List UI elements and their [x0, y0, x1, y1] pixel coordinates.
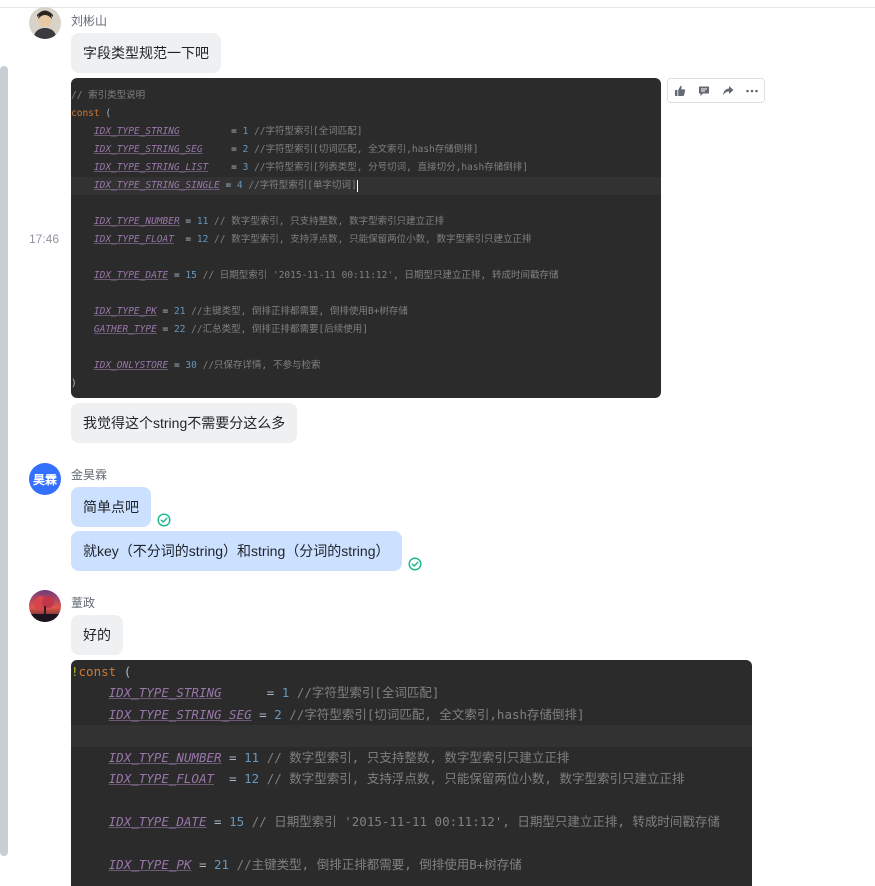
- code-line: IDX_TYPE_FLOAT = 12 // 数字型索引, 支持浮点数, 只能保…: [108, 771, 685, 786]
- thumbs-up-icon: [675, 85, 686, 96]
- code-screenshot-image[interactable]: // 索引类型说明 const ( IDX_TYPE_STRING = 1 //…: [71, 78, 661, 398]
- code-line-highlighted: IDX_TYPE_STRING_SINGLE = 4 //字符型索引[单字切词]: [71, 177, 661, 195]
- sender-avatar[interactable]: [29, 590, 61, 622]
- code-line: ): [71, 378, 77, 389]
- top-border: [0, 0, 875, 8]
- code-line: IDX_TYPE_STRING = 1 //字符型索引[全词匹配]: [108, 685, 440, 700]
- more-button[interactable]: [740, 79, 764, 102]
- message-timestamp: 17:46: [29, 232, 60, 246]
- message-bubble[interactable]: 好的: [71, 615, 123, 655]
- forward-button[interactable]: [716, 79, 740, 102]
- read-check-icon: [408, 557, 422, 571]
- text-cursor: [356, 179, 358, 192]
- code-line: // 索引类型说明: [71, 90, 146, 101]
- message-bubble[interactable]: 我觉得这个string不需要分这么多: [71, 403, 298, 443]
- sender-name[interactable]: 刘彬山: [71, 12, 107, 29]
- code-line-highlighted: [71, 725, 752, 747]
- code-line: IDX_TYPE_STRING_SEG = 2 //字符型索引[切词匹配, 全文…: [108, 707, 585, 722]
- code-line: IDX_TYPE_PK = 21 //主键类型, 倒排正排都需要, 倒排使用B+…: [108, 857, 522, 872]
- code-line: IDX_ONLYSTORE = 30 //只保存详情, 不参与检索: [93, 360, 321, 371]
- reply-button[interactable]: [692, 79, 716, 102]
- sunset-tree-avatar: [29, 590, 61, 622]
- code-line: GATHER_TYPE = 22 //汇总类型, 倒排正排都需要[后续使用]: [93, 324, 368, 335]
- code-screenshot-image[interactable]: !const ( IDX_TYPE_STRING = 1 //字符型索引[全词匹…: [71, 660, 752, 886]
- code-line: IDX_TYPE_STRING = 1 //字符型索引[全词匹配]: [93, 126, 363, 137]
- more-icon: [746, 89, 758, 92]
- person-avatar-1: [29, 7, 61, 39]
- code-line: IDX_TYPE_DATE = 15 // 日期型索引 '2015-11-11 …: [93, 270, 559, 281]
- reply-icon: [699, 86, 709, 96]
- message-bubble[interactable]: 简单点吧: [71, 487, 151, 527]
- sender-name[interactable]: 蕫政: [71, 594, 95, 611]
- scrollbar[interactable]: [0, 66, 8, 856]
- code-line: !const (: [71, 664, 132, 679]
- code-line: IDX_TYPE_NUMBER = 11 // 数字型索引, 只支持整数, 数字…: [93, 216, 445, 227]
- sender-avatar[interactable]: [29, 7, 61, 39]
- code-line: IDX_TYPE_NUMBER = 11 // 数字型索引, 只支持整数, 数字…: [108, 750, 570, 765]
- code-line: IDX_TYPE_STRING_SEG = 2 //字符型索引[切词匹配, 全文…: [93, 144, 479, 155]
- message-action-toolbar: [667, 78, 765, 103]
- code-line: IDX_TYPE_PK = 21 //主键类型, 倒排正排都需要, 倒排使用B+…: [93, 306, 408, 317]
- code-line: const (: [71, 108, 112, 119]
- code-line: IDX_TYPE_DATE = 15 // 日期型索引 '2015-11-11 …: [108, 814, 720, 829]
- code-line: IDX_TYPE_STRING_LIST = 3 //字符型索引[列表类型, 分…: [93, 162, 528, 173]
- read-check-icon: [157, 513, 171, 527]
- thumbs-up-button[interactable]: [668, 79, 692, 102]
- message-bubble[interactable]: 就key（不分词的string）和string（分词的string）: [71, 531, 402, 571]
- message-bubble[interactable]: 字段类型规范一下吧: [71, 33, 221, 73]
- sender-name[interactable]: 金昊霖: [71, 466, 107, 483]
- code-line: IDX_TYPE_FLOAT = 12 // 数字型索引, 支持浮点数, 只能保…: [93, 234, 532, 245]
- forward-icon: [723, 85, 734, 95]
- sender-avatar[interactable]: 昊霖: [29, 463, 61, 495]
